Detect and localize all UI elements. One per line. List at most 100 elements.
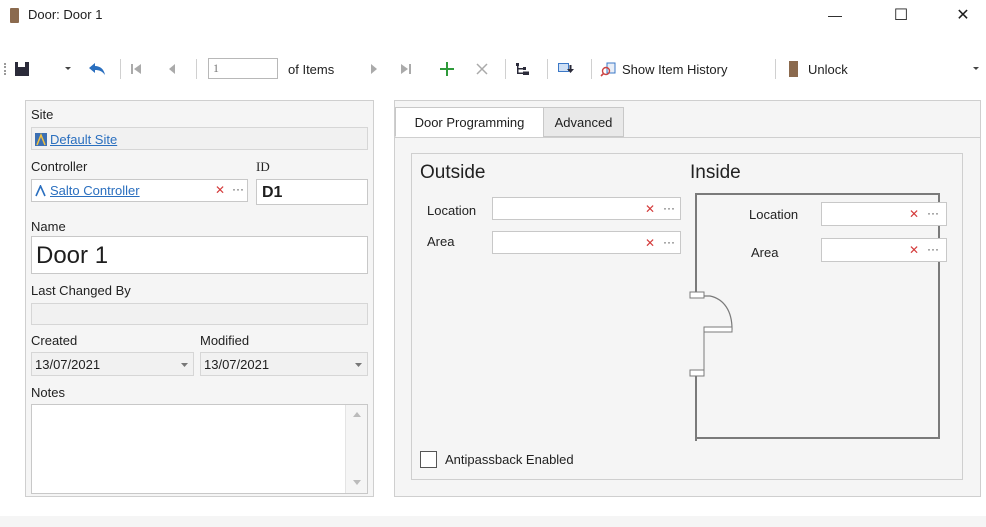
details-panel: Site Default Site Controller ID Salto Co… [25, 100, 374, 497]
unlock-button[interactable]: Unlock [789, 54, 848, 84]
notes-scrollbar[interactable] [345, 405, 367, 493]
last-record-button[interactable] [400, 54, 420, 84]
site-label: Site [31, 107, 54, 122]
outside-area-browse-button[interactable]: ··· [663, 235, 675, 249]
save-button[interactable] [14, 54, 38, 84]
undo-icon [89, 63, 105, 75]
tab-label: Advanced [554, 114, 613, 130]
scroll-down-icon[interactable] [353, 480, 361, 485]
controller-browse-button[interactable]: ··· [232, 182, 244, 196]
outside-title: Outside [420, 162, 486, 183]
antipassback-checkbox[interactable]: Antipassback Enabled [420, 451, 574, 468]
inside-area-clear-button[interactable]: ✕ [909, 243, 919, 257]
last-changed-field [31, 303, 368, 325]
inside-location-clear-button[interactable]: ✕ [909, 207, 919, 221]
modified-label: Modified [200, 333, 250, 348]
door-programming-content: Outside Location ✕ ··· Area ✕ ··· Inside… [411, 153, 963, 480]
export-icon [558, 63, 574, 73]
controller-field: Salto Controller ✕ ··· [31, 179, 248, 202]
notes-label: Notes [31, 385, 65, 400]
inside-area-label: Area [751, 245, 779, 260]
inside-location-browse-button[interactable]: ··· [927, 206, 939, 220]
scroll-up-icon[interactable] [353, 412, 361, 417]
hierarchy-button[interactable] [515, 54, 537, 84]
hierarchy-icon [516, 63, 529, 75]
toolbar-grip-icon[interactable] [4, 63, 6, 75]
toolbar-separator [775, 59, 776, 79]
created-date-value: 13/07/2021 [35, 357, 101, 372]
close-icon: ✕ [956, 7, 970, 24]
outside-location-browse-button[interactable]: ··· [663, 201, 675, 215]
controller-label: Controller [31, 159, 88, 174]
door-programming-panel: Door Programming Advanced Outside Locati… [394, 100, 981, 497]
id-field[interactable]: D1 [256, 179, 368, 205]
close-button[interactable]: ✕ [940, 0, 986, 30]
outside-location-label: Location [427, 203, 477, 218]
last-record-icon [401, 64, 411, 74]
save-dropdown-button[interactable] [64, 54, 76, 84]
name-value: Door 1 [36, 242, 109, 269]
tab-door-programming[interactable]: Door Programming [395, 107, 544, 137]
notes-textarea[interactable] [31, 404, 368, 494]
controller-link[interactable]: Salto Controller [50, 183, 140, 198]
antipassback-label: Antipassback Enabled [445, 452, 574, 467]
toolbar-separator [196, 59, 197, 79]
created-date-field[interactable]: 13/07/2021 [31, 352, 194, 376]
toolbar-separator [547, 59, 548, 79]
window-title: Door: Door 1 [28, 7, 103, 22]
add-icon [440, 62, 454, 76]
history-icon [600, 62, 616, 77]
inside-location-field[interactable]: ✕ ··· [821, 202, 947, 226]
first-record-button[interactable] [130, 54, 150, 84]
next-record-button[interactable] [370, 54, 384, 84]
first-record-icon [131, 64, 141, 74]
overflow-chevron-icon [973, 67, 979, 70]
next-record-icon [371, 64, 377, 74]
created-label: Created [31, 333, 78, 348]
export-button[interactable] [557, 54, 581, 84]
name-field[interactable]: Door 1 [31, 236, 368, 274]
chevron-down-icon [355, 363, 362, 367]
last-changed-label: Last Changed By [31, 283, 131, 298]
previous-record-icon [169, 64, 175, 74]
toolbar-overflow-button[interactable] [972, 54, 984, 84]
tab-label: Door Programming [414, 114, 525, 130]
checkbox-box[interactable] [420, 451, 437, 468]
delete-button[interactable] [476, 54, 492, 84]
inside-location-label: Location [749, 207, 799, 222]
controller-clear-button[interactable]: ✕ [215, 183, 225, 197]
outside-location-field[interactable]: ✕ ··· [492, 197, 681, 220]
toolbar-separator [591, 59, 592, 79]
save-icon [15, 62, 29, 76]
outside-area-label: Area [427, 234, 455, 249]
record-position-input[interactable] [208, 58, 278, 79]
toolbar-separator [505, 59, 506, 79]
show-item-history-button[interactable]: Show Item History [600, 54, 727, 84]
unlock-label: Unlock [808, 61, 848, 77]
outside-area-clear-button[interactable]: ✕ [645, 236, 655, 250]
previous-record-button[interactable] [168, 54, 184, 84]
minimize-button[interactable]: — [812, 0, 858, 30]
inside-area-field[interactable]: ✕ ··· [821, 238, 947, 262]
modified-date-field[interactable]: 13/07/2021 [200, 352, 368, 376]
door-icon [789, 61, 798, 77]
outside-location-clear-button[interactable]: ✕ [645, 202, 655, 216]
toolbar: of Items Show Item History [0, 54, 986, 84]
undo-button[interactable] [88, 54, 110, 84]
of-items-label: of Items [288, 61, 335, 77]
inside-area-browse-button[interactable]: ··· [927, 242, 939, 256]
tab-advanced[interactable]: Advanced [543, 107, 624, 137]
minimize-icon: — [828, 7, 842, 23]
dropdown-arrow-icon [65, 67, 71, 70]
controller-icon [35, 184, 46, 196]
door-diagram-icon [689, 193, 733, 441]
outside-area-field[interactable]: ✕ ··· [492, 231, 681, 254]
tab-divider [395, 137, 980, 138]
title-bar: Door: Door 1 — ☐ ✕ [0, 0, 986, 30]
inside-title: Inside [690, 162, 741, 183]
site-link[interactable]: Default Site [50, 132, 117, 147]
add-button[interactable] [440, 54, 460, 84]
maximize-button[interactable]: ☐ [878, 0, 924, 30]
site-field: Default Site [31, 127, 368, 150]
maximize-icon: ☐ [893, 7, 909, 24]
